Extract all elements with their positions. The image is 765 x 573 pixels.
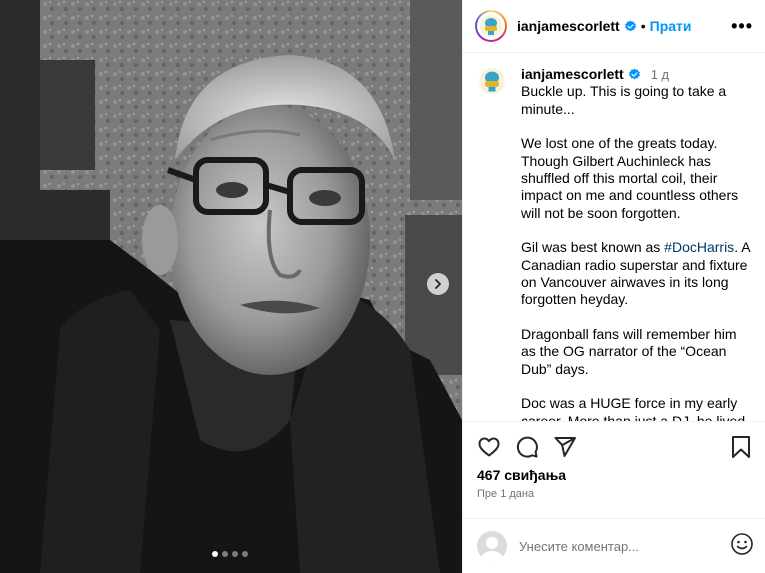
caption-paragraph: Dragonball fans will remember him as the… [521, 325, 737, 377]
post-photo[interactable] [0, 0, 462, 573]
chevron-right-icon [435, 279, 441, 289]
caption-text: ianjamescorlett 1 д Buckle up. This is g… [521, 66, 750, 422]
more-options-button[interactable]: ••• [731, 16, 753, 37]
carousel-indicator [212, 551, 248, 557]
post-side-panel: ianjamescorlett • Прати ••• ianjamescorl… [462, 0, 765, 573]
caption-paragraph: We lost one of the greats today. Though … [521, 135, 739, 221]
heart-icon [478, 437, 500, 457]
carousel-dot [212, 551, 218, 557]
comment-input[interactable] [519, 538, 719, 554]
follow-button[interactable]: Прати [650, 18, 692, 34]
profile-logo-icon [479, 68, 505, 94]
header-separator: • [640, 18, 646, 34]
like-button[interactable] [477, 435, 501, 459]
avatar[interactable] [475, 10, 507, 42]
caption-row: ianjamescorlett 1 д Buckle up. This is g… [477, 66, 750, 422]
carousel-dot [232, 551, 238, 557]
comment-icon [516, 436, 538, 458]
current-user-avatar [477, 531, 507, 561]
post-actions [463, 430, 765, 464]
user-placeholder-icon [481, 537, 503, 561]
likes-count[interactable]: 467 свиђања [477, 467, 566, 483]
profile-logo-icon [480, 15, 502, 37]
caption-header: ianjamescorlett 1 д [521, 66, 750, 83]
carousel-dot [242, 551, 248, 557]
caption-paragraph: Doc was a HUGE force in my early career.… [521, 395, 746, 422]
caption-paragraph: Gil was best known as #DocHarris. A Cana… [521, 239, 750, 309]
emoji-icon [731, 532, 753, 555]
save-button[interactable] [730, 435, 752, 459]
caption-text-fragment: Gil was best known as [521, 239, 665, 256]
bookmark-icon [732, 436, 750, 458]
hashtag-link[interactable]: #DocHarris [664, 239, 734, 255]
portrait-image [0, 0, 462, 573]
caption-time-ago[interactable]: 1 д [651, 66, 669, 83]
share-button[interactable] [553, 435, 577, 459]
caption-scroll-area[interactable]: ianjamescorlett 1 д Buckle up. This is g… [463, 54, 765, 422]
post-header: ianjamescorlett • Прати ••• [463, 0, 765, 53]
share-icon [554, 437, 576, 457]
carousel-dot [222, 551, 228, 557]
header-username[interactable]: ianjamescorlett [517, 18, 620, 34]
verified-badge-icon [624, 20, 637, 33]
post-date[interactable]: Пре 1 дана [477, 488, 534, 500]
comment-bar [463, 518, 765, 573]
comment-button[interactable] [515, 435, 539, 459]
verified-badge-icon [628, 68, 641, 81]
emoji-button[interactable] [730, 532, 754, 561]
caption-avatar[interactable] [477, 66, 507, 96]
caption-paragraph: Buckle up. This is going to take a minut… [521, 83, 727, 117]
carousel-next-button[interactable] [427, 273, 449, 295]
caption-username[interactable]: ianjamescorlett [521, 66, 624, 83]
